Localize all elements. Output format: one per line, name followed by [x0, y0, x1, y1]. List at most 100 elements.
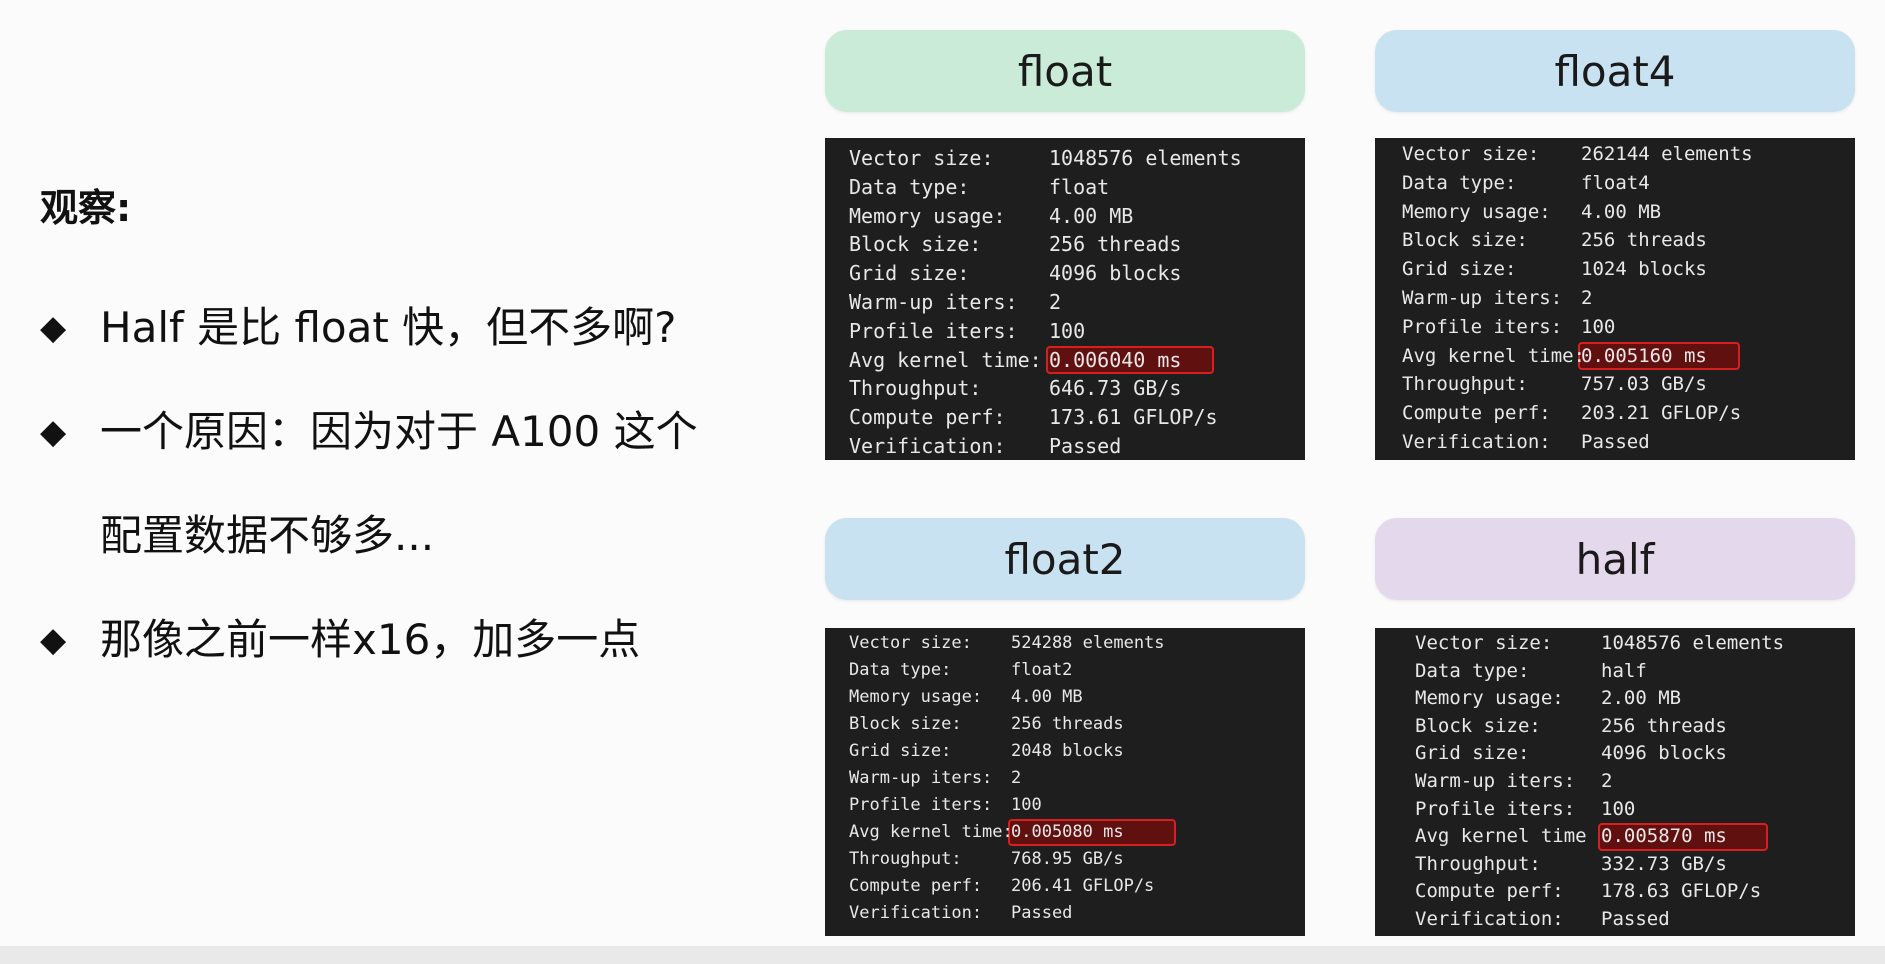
terminal-value: 1048576 elements	[1049, 146, 1242, 170]
terminal-row: Avg kernel time 0.005870 ms	[1375, 823, 1855, 851]
terminal-key: Data type:	[849, 174, 970, 199]
terminal-value: 203.21 GFLOP/s	[1581, 402, 1742, 425]
terminal-value: 2	[1581, 286, 1593, 309]
terminal-key: Grid size:	[849, 261, 970, 286]
terminal-row: Warm-up iters: 2	[1375, 284, 1855, 313]
terminal-key: Throughput:	[1415, 852, 1541, 875]
terminal-key: Profile iters:	[1402, 315, 1563, 338]
terminal-row: Verification: Passed	[825, 432, 1305, 461]
terminal-key: Data type:	[1415, 659, 1530, 682]
terminal-value: 2	[1601, 769, 1613, 792]
terminal-key: Throughput:	[849, 849, 962, 869]
terminal-value: 4.00 MB	[1011, 687, 1083, 707]
terminal-value: 757.03 GB/s	[1581, 373, 1707, 396]
terminal-row: Grid size: 1024 blocks	[1375, 255, 1855, 284]
terminal-row: Data type: float4	[1375, 169, 1855, 198]
terminal-row: Vector size: 262144 elements	[1375, 140, 1855, 169]
terminal-value: 256 threads	[1581, 229, 1707, 252]
terminal-row: Vector size: 524288 elements	[825, 630, 1305, 657]
terminal-key: Vector size:	[849, 633, 972, 653]
terminal-key: Verification:	[1402, 430, 1551, 453]
terminal-value: float4	[1581, 171, 1650, 194]
diamond-bullet-icon: ◆	[40, 412, 67, 452]
terminal-row: Data type: float2	[825, 657, 1305, 684]
terminal-key: Memory usage:	[1415, 687, 1564, 710]
terminal-key: Block size:	[1415, 714, 1541, 737]
terminal-value: 100	[1601, 797, 1636, 820]
terminal-key: Avg kernel time:	[849, 347, 1042, 372]
terminal-row: Block size: 256 threads	[1375, 713, 1855, 741]
terminal-key: Avg kernel time	[1415, 825, 1587, 848]
terminal-key: Memory usage:	[1402, 200, 1551, 223]
terminal-key: Block size:	[849, 232, 982, 257]
terminal-value: 0.005080 ms	[1011, 822, 1124, 842]
terminal-row: Warm-up iters: 2	[825, 288, 1305, 317]
terminal-value: float	[1049, 174, 1110, 199]
terminal-key: Warm-up iters:	[849, 289, 1018, 314]
terminal-row: Data type: half	[1375, 658, 1855, 686]
terminal-value: 100	[1581, 315, 1616, 338]
bullet-text: Half 是比 float 快，但不多啊?	[100, 303, 677, 352]
terminal-row: Vector size: 1048576 elements	[1375, 630, 1855, 658]
terminal-value: Passed	[1601, 907, 1670, 930]
panel-float2: float2 Vector size: 524288 elements Data t…	[825, 518, 1305, 936]
terminal-row: Memory usage: 4.00 MB	[825, 202, 1305, 231]
terminal-row: Throughput: 768.95 GB/s	[825, 846, 1305, 873]
diamond-bullet-icon: ◆	[40, 308, 67, 348]
bullet-2-continued: 配置数据不够多...	[40, 484, 780, 588]
terminal-row: Profile iters: 100	[825, 792, 1305, 819]
terminal-value: 256 threads	[1011, 714, 1124, 734]
terminal-key: Throughput:	[1402, 373, 1528, 396]
terminal-row: Avg kernel time: 0.006040 ms	[825, 345, 1305, 375]
terminal-row: Block size: 256 threads	[825, 711, 1305, 738]
terminal-value: 4096 blocks	[1049, 261, 1182, 286]
terminal-value: 2.00 MB	[1601, 687, 1682, 710]
terminal-row: Grid size: 2048 blocks	[825, 738, 1305, 765]
terminal-row: Memory usage: 4.00 MB	[1375, 198, 1855, 227]
terminal-key: Profile iters:	[849, 318, 1018, 343]
terminal-value: 256 threads	[1049, 232, 1182, 257]
terminal-row: Warm-up iters: 2	[825, 765, 1305, 792]
terminal-value: 0.005870 ms	[1601, 825, 1727, 848]
terminal-row: Compute perf: 203.21 GFLOP/s	[1375, 399, 1855, 428]
panel-title-pill: float4	[1375, 30, 1855, 112]
terminal-value: float2	[1011, 660, 1073, 680]
terminal-value: 100	[1049, 318, 1086, 343]
panel-float: float Vector size: 1048576 elements Data t…	[825, 30, 1305, 460]
terminal-output: Vector size: 524288 elements Data type: flo…	[825, 628, 1305, 936]
diamond-bullet-icon: ◆	[40, 620, 67, 660]
terminal-key: Compute perf:	[1415, 880, 1564, 903]
terminal-row: Throughput: 646.73 GB/s	[825, 374, 1305, 403]
terminal-value: 4.00 MB	[1581, 200, 1662, 223]
terminal-key: Profile iters:	[849, 795, 993, 815]
terminal-row: Memory usage: 4.00 MB	[825, 684, 1305, 711]
terminal-value: 100	[1011, 795, 1042, 815]
terminal-key: Block size:	[849, 714, 962, 734]
terminal-key: Memory usage:	[849, 687, 983, 707]
terminal-value: 256 threads	[1601, 714, 1727, 737]
terminal-value: Passed	[1581, 430, 1650, 453]
terminal-value: 646.73 GB/s	[1049, 376, 1182, 401]
terminal-key: Avg kernel time:	[849, 822, 1013, 842]
terminal-value: half	[1601, 659, 1647, 682]
terminal-value: 1048576 elements	[1601, 632, 1785, 654]
terminal-row: Compute perf: 173.61 GFLOP/s	[825, 403, 1305, 432]
terminal-key: Memory usage:	[849, 203, 1006, 228]
terminal-key: Warm-up iters:	[1415, 769, 1576, 792]
terminal-output: Vector size: 1048576 elements Data type: ha…	[1375, 628, 1855, 936]
bottom-strip	[0, 946, 1885, 964]
terminal-row: Block size: 256 threads	[1375, 226, 1855, 255]
terminal-row: Compute perf: 206.41 GFLOP/s	[825, 873, 1305, 900]
bullet-1: ◆ Half 是比 float 快，但不多啊?	[40, 276, 780, 380]
terminal-key: Verification:	[1415, 907, 1564, 930]
terminal-key: Compute perf:	[1402, 402, 1551, 425]
terminal-output: Vector size: 262144 elements Data type: flo…	[1375, 138, 1855, 460]
terminal-row: Memory usage: 2.00 MB	[1375, 685, 1855, 713]
terminal-value: Passed	[1011, 903, 1073, 923]
terminal-value: 262144 elements	[1581, 143, 1753, 165]
terminal-value: 0.005160 ms	[1581, 344, 1707, 367]
terminal-key: Warm-up iters:	[849, 768, 993, 788]
terminal-value: Passed	[1049, 433, 1122, 458]
terminal-value: 332.73 GB/s	[1601, 852, 1727, 875]
terminal-value: 2048 blocks	[1011, 741, 1124, 761]
